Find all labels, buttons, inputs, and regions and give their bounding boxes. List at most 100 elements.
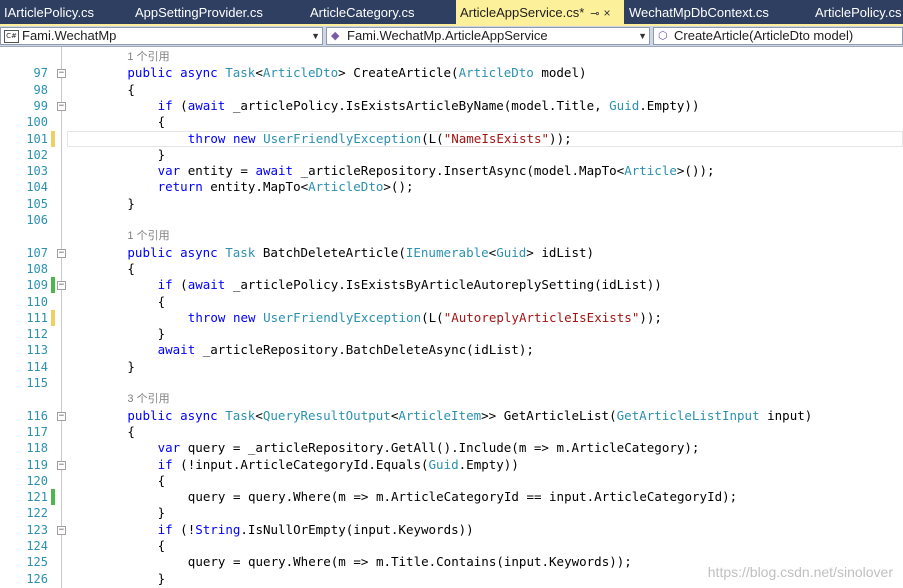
class-dropdown[interactable]: ◆ Fami.WechatMp.ArticleAppService ▼: [326, 27, 650, 45]
code-text[interactable]: }: [158, 505, 166, 521]
code-line: 105}: [0, 196, 903, 212]
unsaved-change-marker: [51, 130, 55, 147]
collapse-icon[interactable]: −: [57, 69, 66, 79]
code-line: 98 {: [0, 82, 903, 98]
code-line: 106: [0, 212, 903, 228]
code-text[interactable]: var query = _articleRepository.GetAll().…: [158, 440, 700, 456]
code-line: 124 {: [0, 538, 903, 554]
code-text[interactable]: {: [127, 424, 135, 440]
type-token: Task: [225, 244, 256, 260]
code-text[interactable]: throw new UserFriendlyException(L("Autor…: [188, 310, 662, 326]
line-number: 126: [26, 571, 48, 586]
collapse-icon[interactable]: −: [57, 281, 66, 291]
collapse-icon[interactable]: −: [57, 525, 66, 535]
reference-count[interactable]: 1 个引用: [127, 228, 169, 244]
line-number: 101: [26, 131, 48, 146]
code-text[interactable]: }: [127, 196, 135, 212]
type-token: GetArticleListInput: [616, 407, 760, 423]
line-number: 122: [26, 506, 48, 521]
line-number: 119: [26, 457, 48, 472]
code-text[interactable]: {: [127, 261, 135, 277]
project-dropdown[interactable]: C# Fami.WechatMp ▼: [0, 27, 323, 45]
code-text[interactable]: public async Task<ArticleDto> CreateArti…: [127, 65, 586, 81]
keyword-token: if: [157, 277, 181, 293]
tab-wechatmpdbcontext[interactable]: WechatMpDbContext.cs: [625, 0, 773, 24]
tab-articlecategory[interactable]: ArticleCategory.cs: [306, 0, 419, 24]
member-label: CreateArticle(ArticleDto model): [674, 28, 854, 43]
line-number: 100: [26, 115, 48, 130]
code-text[interactable]: }: [158, 147, 166, 163]
code-line: 111 throw new UserFriendlyException(L("Au…: [0, 309, 903, 326]
code-token: .Empty)): [639, 97, 700, 113]
pin-icon[interactable]: ⊸: [590, 8, 599, 20]
code-token: >();: [383, 179, 414, 195]
close-icon[interactable]: ×: [604, 6, 611, 20]
code-line: 123− if (!String.IsNullOrEmpty(input.Keyw…: [0, 522, 903, 538]
code-token: model): [533, 65, 587, 81]
code-text[interactable]: {: [158, 473, 166, 489]
code-editor[interactable]: 1 个引用 97− public async Task<ArticleDto> Cr…: [0, 47, 903, 588]
code-token: }: [127, 195, 135, 211]
code-token: {: [157, 293, 166, 309]
collapse-icon[interactable]: −: [57, 411, 66, 421]
chevron-down-icon[interactable]: ▼: [638, 28, 647, 44]
code-text[interactable]: }: [158, 571, 166, 587]
code-token: query = query.Where(m => m.Title.Contain…: [187, 554, 632, 570]
collapse-icon[interactable]: −: [57, 460, 66, 470]
code-text[interactable]: query = query.Where(m => m.Title.Contain…: [188, 554, 632, 570]
code-text[interactable]: var entity = await _articleRepository.In…: [158, 163, 715, 179]
code-text[interactable]: return entity.MapTo<ArticleDto>();: [158, 179, 414, 195]
code-text[interactable]: throw new UserFriendlyException(L("NameI…: [188, 131, 572, 147]
type-token: Guid: [428, 456, 459, 472]
code-line: 103 var entity = await _articleRepository…: [0, 163, 903, 179]
code-text[interactable]: {: [158, 294, 166, 310]
code-text[interactable]: query = query.Where(m => m.ArticleCatego…: [188, 489, 737, 505]
code-text[interactable]: {: [158, 538, 166, 554]
collapse-icon[interactable]: −: [57, 248, 66, 258]
line-number: 97: [33, 66, 48, 81]
code-token: BatchDeleteArticle(: [255, 244, 406, 260]
code-text[interactable]: }: [158, 326, 166, 342]
project-label: Fami.WechatMp: [22, 28, 117, 43]
code-text[interactable]: {: [158, 114, 166, 130]
collapse-icon[interactable]: −: [57, 101, 66, 111]
line-number: 114: [26, 359, 48, 374]
chevron-down-icon[interactable]: ▼: [311, 28, 320, 44]
code-text[interactable]: if (!String.IsNullOrEmpty(input.Keywords…: [158, 522, 474, 538]
code-token: .IsNullOrEmpty(input.Keywords)): [240, 521, 474, 537]
code-text[interactable]: if (await _articlePolicy.IsExistsArticle…: [158, 98, 700, 114]
code-text[interactable]: public async Task BatchDeleteArticle(IEn…: [127, 245, 594, 261]
reference-count[interactable]: 3 个引用: [127, 391, 169, 407]
type-token: Task: [225, 65, 256, 81]
navigation-bar: C# Fami.WechatMp ▼ ◆ Fami.WechatMp.Article…: [0, 26, 903, 47]
code-token: .Empty)): [458, 456, 519, 472]
code-text[interactable]: public async Task<QueryResultOutput<Arti…: [127, 408, 812, 424]
tab-articlepolicy[interactable]: ArticlePolicy.cs: [811, 0, 903, 24]
code-token: input): [759, 407, 813, 423]
tab-articleappservice[interactable]: ArticleAppService.cs* ⊸ ×: [456, 0, 624, 24]
line-number: 116: [26, 408, 48, 423]
tab-appsettingprovider[interactable]: AppSettingProvider.cs: [131, 0, 267, 24]
code-token: (: [180, 97, 188, 113]
unsaved-change-marker: [51, 309, 55, 326]
code-text[interactable]: {: [127, 82, 135, 98]
code-token: _articlePolicy.IsExistsArticleByName(mod…: [232, 97, 610, 113]
line-number: 102: [26, 147, 48, 162]
line-number: 110: [26, 294, 48, 309]
code-text[interactable]: if (await _articlePolicy.IsExistsByArtic…: [158, 277, 662, 293]
code-token: {: [127, 260, 135, 276]
tab-iarticlepolicy[interactable]: IArticlePolicy.cs: [0, 0, 98, 24]
line-number: 111: [26, 310, 48, 325]
code-token: _articlePolicy.IsExistsByArticleAutorepl…: [232, 277, 662, 293]
member-dropdown[interactable]: ⬡ CreateArticle(ArticleDto model): [653, 27, 903, 45]
line-number: 124: [26, 539, 48, 553]
reference-count[interactable]: 1 个引用: [127, 49, 169, 65]
code-text[interactable]: if (!input.ArticleCategoryId.Equals(Guid…: [158, 457, 519, 473]
tab-label: ArticleCategory.cs: [310, 5, 415, 20]
code-text[interactable]: await _articleRepository.BatchDeleteAsyn…: [158, 342, 534, 358]
code-line: 108 {: [0, 261, 903, 277]
code-text[interactable]: }: [127, 359, 135, 375]
keyword-token: public async: [127, 244, 226, 260]
keyword-token: await: [187, 277, 233, 293]
code-token: (: [180, 277, 188, 293]
